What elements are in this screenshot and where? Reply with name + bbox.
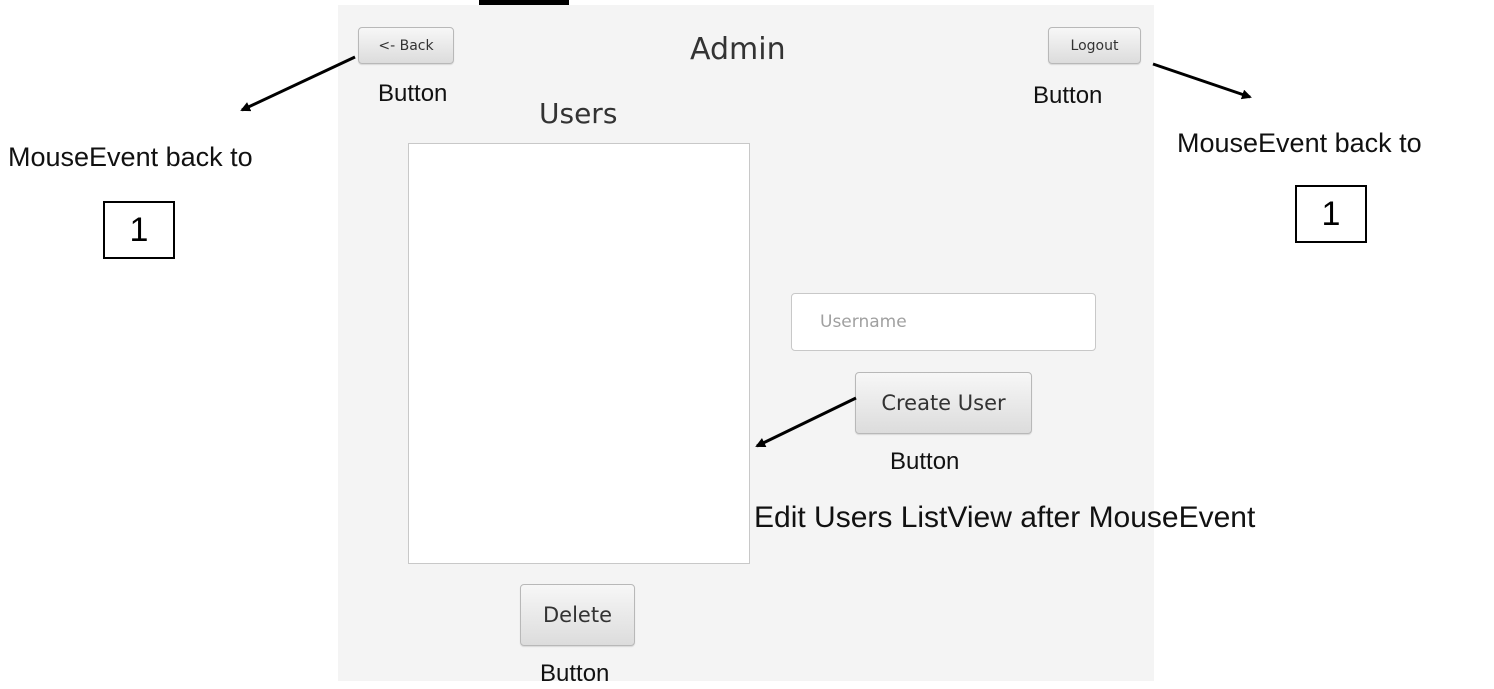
back-arrow — [240, 55, 356, 112]
create-arrow — [755, 396, 857, 448]
annotation-arrows — [240, 55, 1252, 448]
logout-arrow — [1152, 62, 1252, 100]
